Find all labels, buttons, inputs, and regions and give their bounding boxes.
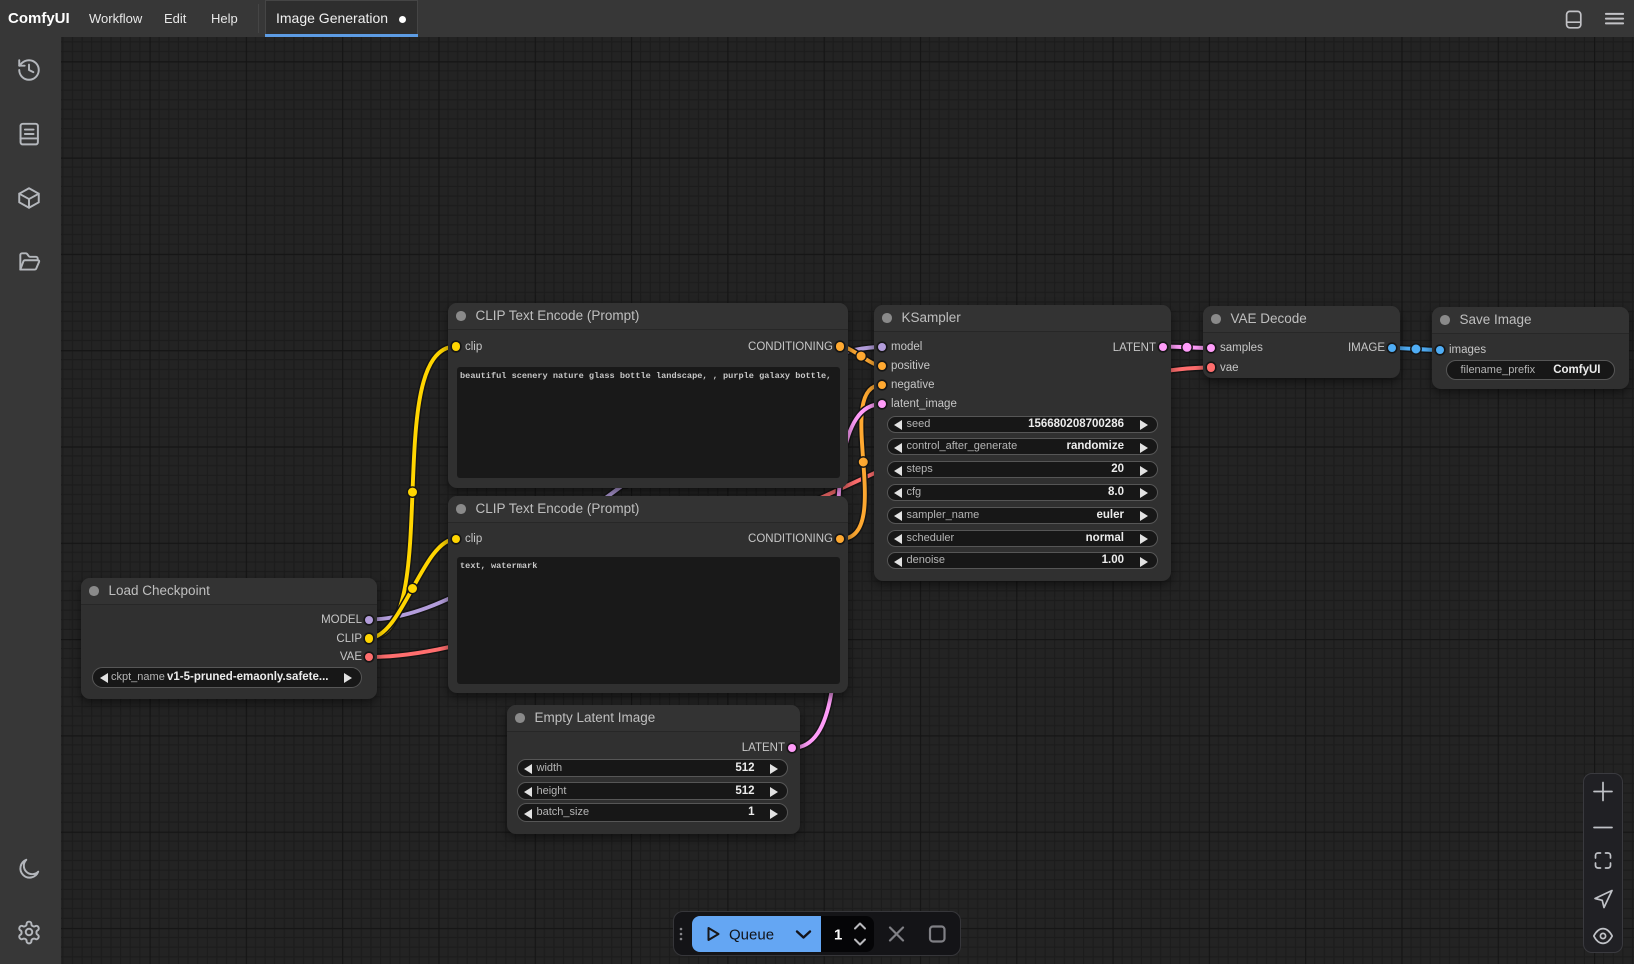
- svg-text:Queue: Queue: [729, 927, 774, 944]
- svg-text:1: 1: [834, 927, 842, 944]
